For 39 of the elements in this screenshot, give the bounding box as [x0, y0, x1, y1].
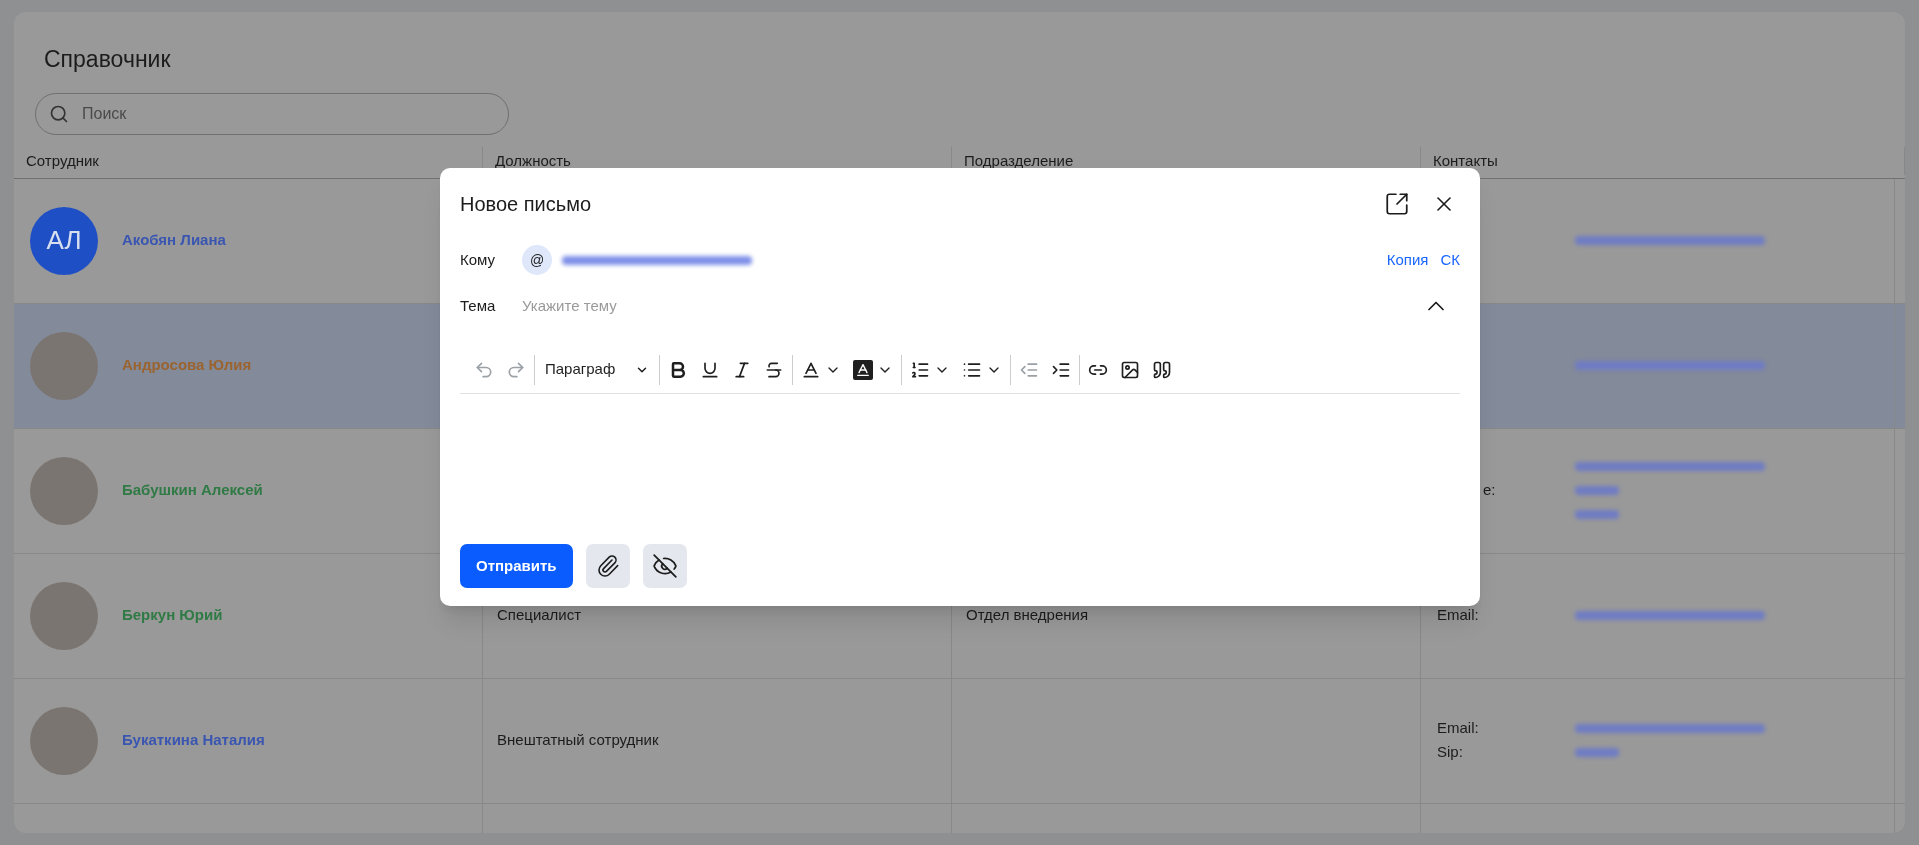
recipient-icon: @	[522, 245, 552, 275]
to-label: Кому	[460, 249, 497, 270]
contact-label: Sip:	[1437, 742, 1463, 763]
contact-label: Email:	[1437, 718, 1479, 739]
highlight-icon	[853, 359, 873, 380]
table-row[interactable]: Букаткина Наталия Внештатный сотрудник Email: Sip:	[14, 678, 1905, 804]
copy-link[interactable]: Копия	[1386, 248, 1429, 272]
column-header: Сотрудник	[26, 150, 99, 171]
quote-icon	[1152, 359, 1172, 380]
column-header: Подразделение	[964, 150, 1074, 171]
search-icon	[49, 103, 69, 124]
column-header: Контакты	[1433, 150, 1498, 171]
undo-icon	[474, 359, 494, 380]
dialog-title: Новое письмо	[460, 192, 592, 217]
copy-link[interactable]: СК	[1440, 248, 1460, 272]
send-button[interactable]: Отправить	[460, 544, 573, 588]
search-field[interactable]: Поиск	[35, 92, 509, 135]
column-header: Должность	[495, 150, 571, 171]
redo-icon	[506, 359, 526, 380]
eye-off-icon	[651, 553, 678, 579]
blurred-number	[1575, 748, 1619, 757]
subject-label: Тема	[460, 295, 497, 316]
position-text: Специалист	[497, 605, 582, 626]
blurred-number	[1575, 510, 1619, 519]
contact-label: e:	[1483, 480, 1496, 501]
external-link-icon	[1384, 191, 1410, 217]
paragraph-select[interactable]: Параграф	[537, 354, 657, 385]
subject-field[interactable]: Укажите тему	[522, 294, 1418, 318]
attach-button[interactable]	[585, 544, 630, 588]
position-text: Внештатный сотрудник	[497, 730, 659, 751]
hide-button[interactable]	[642, 544, 687, 588]
image-icon	[1120, 359, 1140, 380]
italic-icon	[732, 359, 752, 380]
avatar: АЛ	[30, 206, 98, 275]
page-title: Справочник	[43, 45, 172, 74]
blurred-number	[1575, 486, 1619, 495]
department-text: Отдел внедрения	[966, 605, 1089, 626]
paperclip-icon	[595, 554, 620, 578]
contact-label: Email:	[1437, 605, 1479, 626]
